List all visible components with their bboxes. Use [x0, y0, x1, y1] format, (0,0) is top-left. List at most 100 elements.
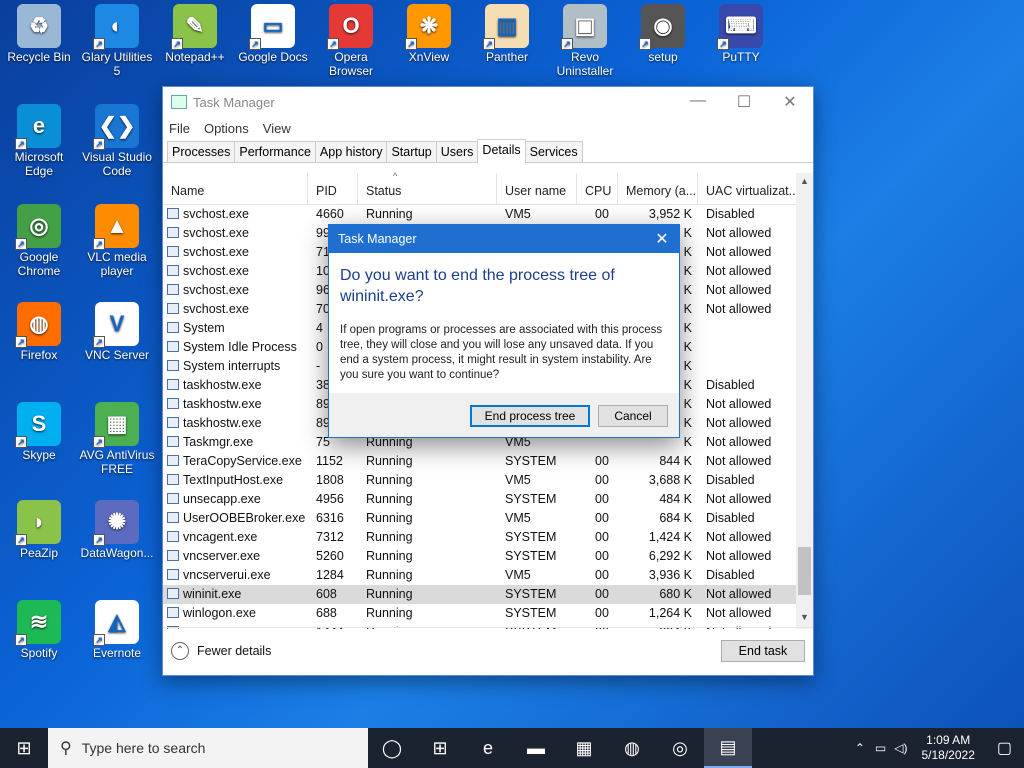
desktop-icon[interactable]: ▭ ↗ Google Docs — [234, 4, 312, 64]
dialog-title-bar[interactable]: Task Manager ✕ — [329, 225, 679, 253]
desktop-icon[interactable]: ◗ ↗ PeaZip — [0, 500, 78, 560]
cell-uac: Not allowed — [706, 226, 772, 240]
table-row[interactable]: vncserver.exe 5260 Running SYSTEM 00 6,292 K N… — [163, 547, 813, 566]
desktop-icon[interactable]: ⌨ ↗ PuTTY — [702, 4, 780, 64]
desktop-icon[interactable]: O ↗ Opera Browser — [312, 4, 390, 78]
desktop-icon[interactable]: ▣ ↗ Revo Uninstaller — [546, 4, 624, 78]
desktop-icon[interactable]: ▲ ↗ VLC media player — [78, 204, 156, 278]
clock[interactable]: 1:09 AM 5/18/2022 — [911, 733, 984, 763]
menu-options[interactable]: Options — [204, 121, 249, 136]
table-row[interactable]: unsecapp.exe 4956 Running SYSTEM 00 484 K Not … — [163, 490, 813, 509]
cell-cpu: 00 — [595, 606, 609, 620]
desktop-icon[interactable]: ◉ ↗ setup — [624, 4, 702, 64]
desktop-icon[interactable]: ❮❯ ↗ Visual Studio Code — [78, 104, 156, 178]
table-row[interactable]: TextInputHost.exe 1808 Running VM5 00 3,688 K… — [163, 471, 813, 490]
task-view-icon[interactable]: ◯ — [368, 728, 416, 768]
desktop-icon[interactable]: V ↗ VNC Server — [78, 302, 156, 362]
table-row[interactable]: winlogon.exe 688 Running SYSTEM 00 1,264 K Not… — [163, 604, 813, 623]
search-box[interactable]: ⚲ Type here to search — [48, 728, 368, 768]
tab-app-history[interactable]: App history — [314, 141, 388, 162]
cell-status: Running — [366, 606, 413, 620]
end-process-tree-button[interactable]: End process tree — [470, 405, 590, 427]
chrome-icon[interactable]: ◎ — [656, 728, 704, 768]
process-icon — [167, 493, 179, 504]
tab-services[interactable]: Services — [524, 141, 583, 162]
shortcut-arrow-icon: ↗ — [15, 436, 27, 448]
column-header-memory[interactable]: Memory (a... — [618, 173, 698, 204]
table-row[interactable]: TeraCopyService.exe 1152 Running SYSTEM 00 84… — [163, 452, 813, 471]
table-row[interactable]: svchost.exe 4660 Running VM5 00 3,952 K Disabl… — [163, 205, 813, 224]
close-icon[interactable]: ✕ — [767, 92, 813, 112]
tab-details[interactable]: Details — [477, 139, 526, 163]
store-icon[interactable]: ▦ — [560, 728, 608, 768]
cell-uac — [698, 338, 798, 357]
show-hidden-icons-icon[interactable]: ⌃ — [849, 741, 871, 755]
tab-users[interactable]: Users — [435, 141, 479, 162]
minimize-icon[interactable]: — — [675, 92, 721, 112]
cell-name: winlogon.exe — [163, 604, 308, 623]
desktop-icon[interactable]: ✺ ↗ DataWagon... — [78, 500, 156, 560]
table-row[interactable]: vncagent.exe 7312 Running SYSTEM 00 1,424 K No… — [163, 528, 813, 547]
app-icon: ◗ ↗ — [15, 500, 61, 546]
cancel-button[interactable]: Cancel — [598, 405, 668, 427]
desktop-icon[interactable]: S ↗ Skype — [0, 402, 78, 462]
file-explorer-icon[interactable]: ▬ — [512, 728, 560, 768]
end-task-button[interactable]: End task — [721, 640, 805, 662]
column-header-cpu[interactable]: CPU — [577, 173, 618, 204]
desktop-icon[interactable]: ◍ ↗ Firefox — [0, 302, 78, 362]
process-icon — [167, 607, 179, 618]
menu-file[interactable]: File — [169, 121, 190, 136]
firefox-icon[interactable]: ◍ — [608, 728, 656, 768]
column-header-name[interactable]: Name — [163, 173, 308, 204]
cell-pid: 608 — [316, 587, 337, 601]
search-placeholder: Type here to search — [81, 740, 206, 756]
desktop-icon[interactable]: ≋ ↗ Spotify — [0, 600, 78, 660]
cell-uac: Not allowed — [706, 530, 772, 544]
desktop-icon[interactable]: ▦ ↗ AVG AntiVirus FREE — [78, 402, 156, 476]
desktop-icon[interactable]: e ↗ Microsoft Edge — [0, 104, 78, 178]
shortcut-arrow-icon: ↗ — [717, 38, 729, 50]
widgets-icon[interactable]: ⊞ — [416, 728, 464, 768]
cell-uac: Not allowed — [706, 606, 772, 620]
process-icon — [167, 322, 179, 333]
table-row[interactable]: wininit.exe 608 Running SYSTEM 00 680 K Not al… — [163, 585, 813, 604]
task-manager-icon[interactable]: ▤ — [704, 728, 752, 768]
desktop-icon[interactable]: ❋ ↗ XnView — [390, 4, 468, 64]
column-header-status[interactable]: Status — [358, 173, 497, 204]
desktop-icon-label: AVG AntiVirus FREE — [79, 448, 155, 476]
cell-user: VM5 — [505, 207, 531, 221]
windows-start-icon[interactable]: ⊞ — [0, 728, 48, 768]
notification-icon[interactable]: ▢ — [985, 738, 1024, 758]
menu-view[interactable]: View — [263, 121, 291, 136]
app-icon: e ↗ — [15, 104, 61, 150]
desktop-icon[interactable]: ◭ ↗ Evernote — [78, 600, 156, 660]
vertical-scrollbar[interactable]: ▲ ▼ — [796, 173, 813, 629]
column-header-uac[interactable]: UAC virtualizat... — [698, 173, 798, 204]
fewer-details-link[interactable]: ⌃ Fewer details — [171, 642, 271, 660]
desktop-icon[interactable]: ◎ ↗ Google Chrome — [0, 204, 78, 278]
desktop-icon[interactable]: ✎ ↗ Notepad++ — [156, 4, 234, 64]
network-icon[interactable]: ▭ — [871, 741, 890, 755]
maximize-icon[interactable]: ☐ — [721, 92, 767, 112]
cell-name: System Idle Process — [163, 338, 308, 357]
tab-startup[interactable]: Startup — [386, 141, 437, 162]
column-header-pid[interactable]: PID — [308, 173, 358, 204]
volume-icon[interactable]: ◁) — [890, 741, 911, 755]
title-bar[interactable]: Task Manager — ☐ ✕ — [163, 87, 813, 117]
scroll-thumb[interactable] — [798, 547, 811, 595]
tab-performance[interactable]: Performance — [234, 141, 316, 162]
cell-cpu: 00 — [595, 511, 609, 525]
desktop-icon[interactable]: ◐ ↗ Glary Utilities 5 — [78, 4, 156, 78]
cell-name: svchost.exe — [163, 300, 308, 319]
table-row[interactable]: vncserverui.exe 1284 Running VM5 00 3,936 K Di… — [163, 566, 813, 585]
scroll-up-icon[interactable]: ▲ — [796, 173, 813, 190]
edge-icon[interactable]: e — [464, 728, 512, 768]
tab-processes[interactable]: Processes — [167, 141, 236, 162]
desktop-icon[interactable]: ▥ ↗ Panther — [468, 4, 546, 64]
desktop-icon[interactable]: ♻ Recycle Bin — [0, 4, 78, 64]
cell-mem: 3,688 K — [648, 473, 692, 487]
sort-ascending-icon: ^ — [393, 171, 398, 181]
table-row[interactable]: UserOOBEBroker.exe 6316 Running VM5 00 684 K D… — [163, 509, 813, 528]
dialog-close-icon[interactable]: ✕ — [645, 229, 679, 249]
column-header-user[interactable]: User name — [497, 173, 577, 204]
